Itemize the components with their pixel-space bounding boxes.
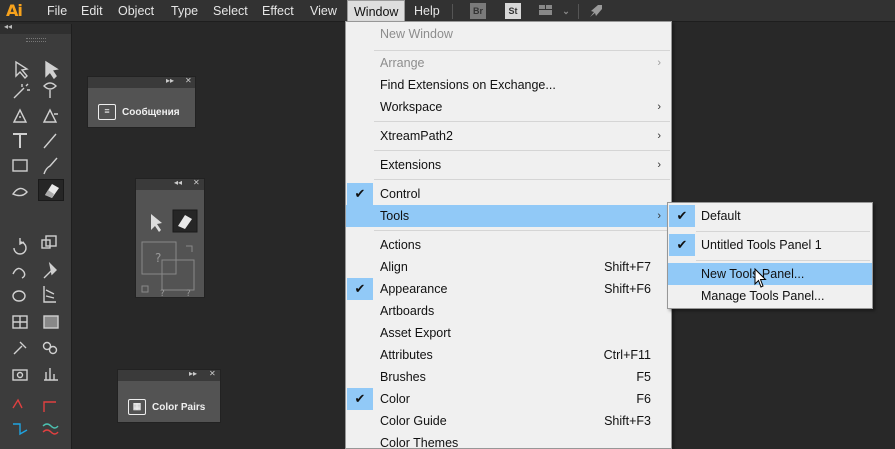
chevron-right-icon: › <box>657 101 661 113</box>
chevron-down-icon[interactable]: ⌄ <box>558 3 574 19</box>
menu-object[interactable]: Object <box>112 0 160 22</box>
color-pairs-icon: ▦ <box>128 399 146 415</box>
close-icon[interactable]: ✕ <box>209 369 216 378</box>
menu-separator <box>452 4 453 19</box>
workspace-layout-icon[interactable] <box>538 3 554 19</box>
unknown-stroke-glyph: ? <box>160 289 165 298</box>
selection-tool[interactable] <box>8 50 34 72</box>
menu-select[interactable]: Select <box>207 0 254 22</box>
messages-panel: ▸▸ ✕ ≡ Сообщения <box>87 76 196 128</box>
submenu-item-manage-tools-panel[interactable]: Manage Tools Panel... <box>668 285 872 307</box>
checkmark-icon: ✔ <box>347 388 373 410</box>
menu-bar: Ai File Edit Object Type Select Effect V… <box>0 0 895 22</box>
menu-item-new-window[interactable]: New Window <box>346 23 671 45</box>
submenu-item-default[interactable]: ✔ Default <box>668 205 872 227</box>
chat-bubble-icon: ≡ <box>98 104 116 120</box>
chevron-right-icon: › <box>657 159 661 171</box>
menu-item-color-guide[interactable]: Color Guide Shift+F3 <box>346 410 671 432</box>
menu-item-align[interactable]: Align Shift+F7 <box>346 256 671 278</box>
color-pairs-button[interactable]: ▦ Color Pairs <box>128 399 205 415</box>
mini-tools: ? ? ? <box>141 209 198 298</box>
unknown-fill-glyph: ? <box>155 251 161 265</box>
panel-header[interactable]: ◂◂ ✕ <box>136 178 204 190</box>
menu-view[interactable]: View <box>304 0 343 22</box>
checkmark-icon: ✔ <box>347 183 373 205</box>
menu-edit[interactable]: Edit <box>75 0 109 22</box>
close-icon[interactable]: ✕ <box>185 76 192 85</box>
menu-item-attributes[interactable]: Attributes Ctrl+F11 <box>346 344 671 366</box>
menu-item-artboards[interactable]: Artboards <box>346 300 671 322</box>
menu-separator <box>696 260 870 261</box>
close-icon[interactable]: ✕ <box>193 178 200 187</box>
messages-button[interactable]: ≡ Сообщения <box>98 104 180 120</box>
menu-item-actions[interactable]: Actions <box>346 234 671 256</box>
collapse-icon[interactable]: ▸▸ <box>166 76 174 85</box>
messages-label: Сообщения <box>122 106 180 118</box>
menu-type[interactable]: Type <box>165 0 204 22</box>
unknown-glyph: ? <box>186 289 191 298</box>
menu-item-brushes[interactable]: Brushes F5 <box>346 366 671 388</box>
mouse-cursor-icon <box>754 268 767 288</box>
menu-separator <box>578 4 579 19</box>
tools-panel: ◂◂ <box>0 22 72 449</box>
menu-item-arrange[interactable]: Arrange › <box>346 52 671 74</box>
checkmark-icon: ✔ <box>669 205 695 227</box>
color-pairs-panel: ▸▸ ✕ ▦ Color Pairs <box>117 369 221 423</box>
menu-separator <box>374 150 670 151</box>
menu-item-asset-export[interactable]: Asset Export <box>346 322 671 344</box>
chevron-right-icon: › <box>657 130 661 142</box>
stock-icon[interactable]: St <box>505 3 521 19</box>
chevron-right-icon: › <box>657 210 661 222</box>
collapse-icon[interactable]: ◂◂ <box>174 178 182 187</box>
app-logo: Ai <box>6 1 23 20</box>
panel-header[interactable]: ▸▸ ✕ <box>88 76 195 88</box>
menu-item-color-themes[interactable]: Color Themes <box>346 432 671 449</box>
menu-item-workspace[interactable]: Workspace › <box>346 96 671 118</box>
menu-separator <box>374 179 670 180</box>
menu-file[interactable]: File <box>41 0 73 22</box>
menu-separator <box>374 230 670 231</box>
panel-header[interactable]: ▸▸ ✕ <box>118 369 220 381</box>
chevron-right-icon: › <box>657 57 661 69</box>
menu-separator <box>696 231 870 232</box>
submenu-item-untitled-tools-panel[interactable]: ✔ Untitled Tools Panel 1 <box>668 234 872 256</box>
gpu-rocket-icon[interactable] <box>588 3 604 19</box>
checkmark-icon: ✔ <box>669 234 695 256</box>
menu-item-find-extensions[interactable]: Find Extensions on Exchange... <box>346 74 671 96</box>
menu-item-tools[interactable]: Tools › <box>346 205 671 227</box>
menu-separator <box>374 50 670 51</box>
color-pairs-label: Color Pairs <box>152 401 206 413</box>
menu-item-control[interactable]: ✔ Control <box>346 183 671 205</box>
collapse-icon[interactable]: ▸▸ <box>189 369 197 378</box>
menu-item-color[interactable]: ✔ Color F6 <box>346 388 671 410</box>
tool-icons <box>11 60 59 436</box>
eraser-tool[interactable] <box>38 179 64 201</box>
menu-separator <box>374 121 670 122</box>
bridge-icon[interactable]: Br <box>470 3 486 19</box>
menu-effect[interactable]: Effect <box>256 0 300 22</box>
menu-item-xtreampath2[interactable]: XtreamPath2 › <box>346 125 671 147</box>
menu-window[interactable]: Window <box>347 0 406 22</box>
untitled-tools-panel: ◂◂ ✕ ? ? ? <box>135 178 205 298</box>
submenu-item-new-tools-panel[interactable]: New Tools Panel... <box>668 263 872 285</box>
menu-item-extensions[interactable]: Extensions › <box>346 154 671 176</box>
menu-help[interactable]: Help <box>408 0 446 22</box>
menu-item-appearance[interactable]: ✔ Appearance Shift+F6 <box>346 278 671 300</box>
checkmark-icon: ✔ <box>347 278 373 300</box>
window-menu: New Window Arrange › Find Extensions on … <box>345 21 672 449</box>
direct-selection-tool[interactable] <box>38 50 64 72</box>
tools-submenu: ✔ Default ✔ Untitled Tools Panel 1 New T… <box>667 202 873 309</box>
